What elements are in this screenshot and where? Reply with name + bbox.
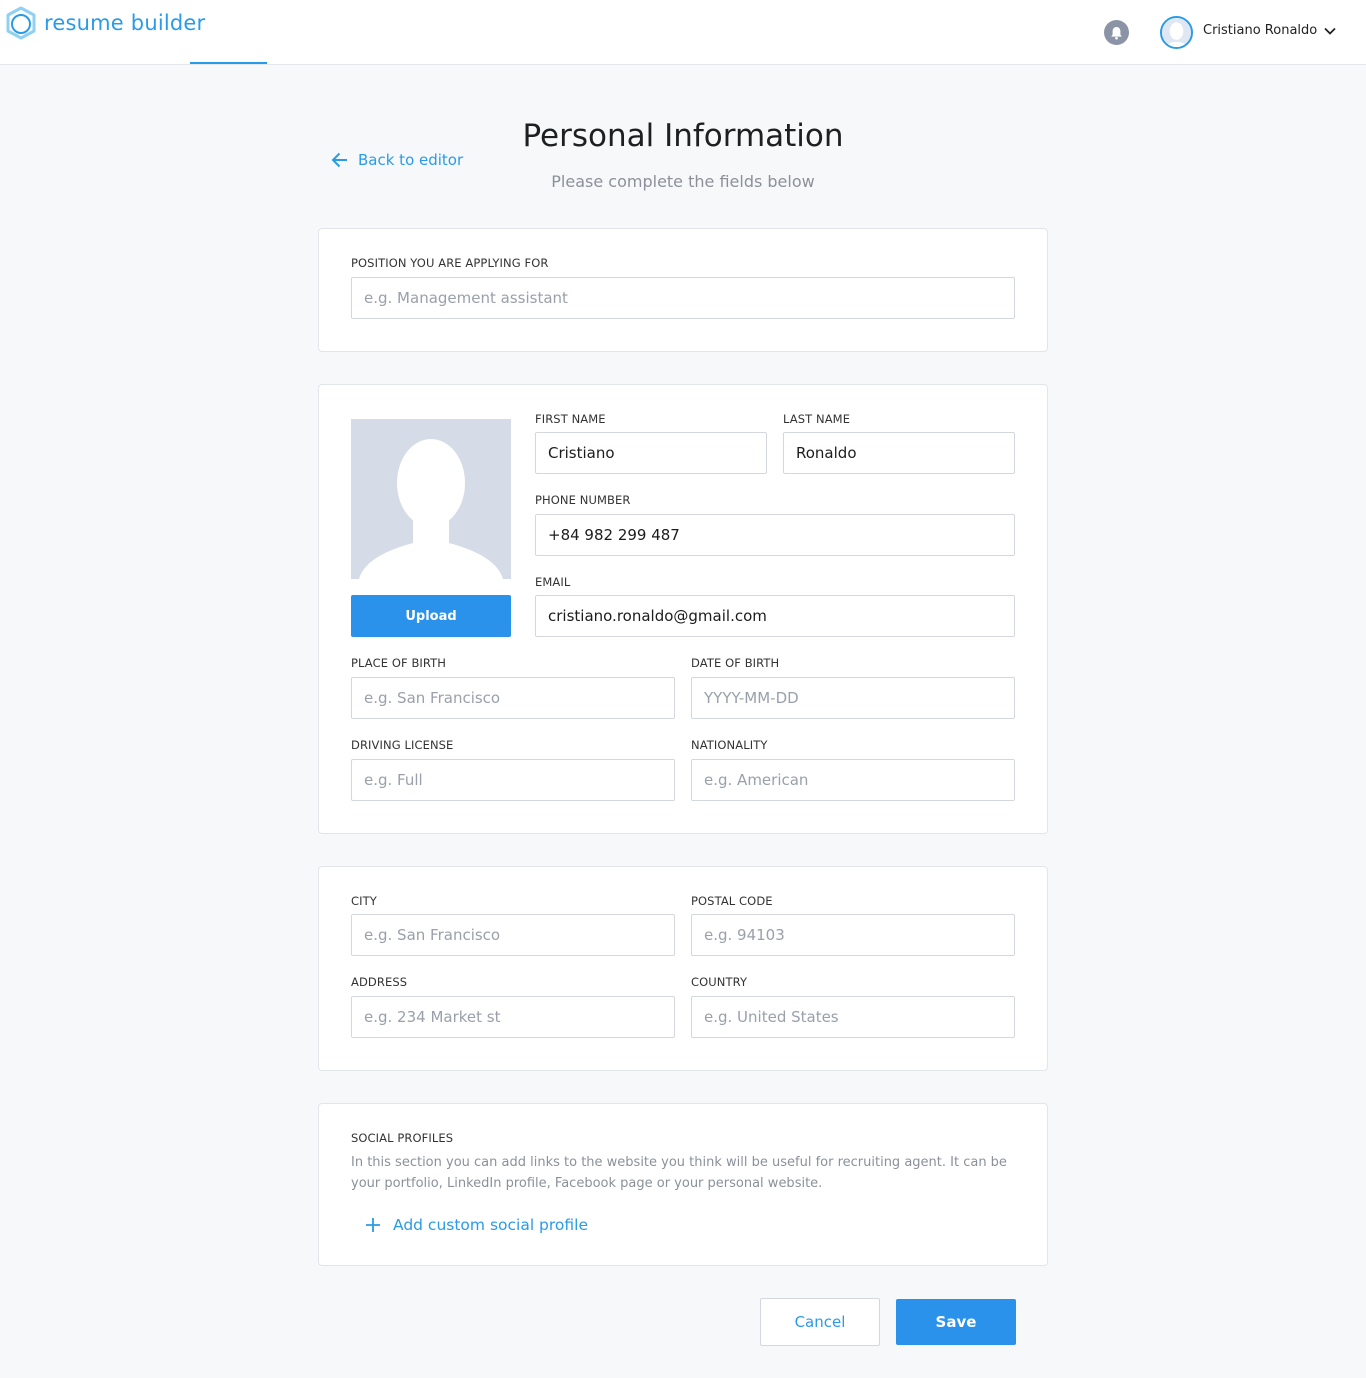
upload-photo-button[interactable]: Upload	[351, 595, 511, 637]
social-profiles-card: SOCIAL PROFILES In this section you can …	[318, 1103, 1048, 1266]
social-profiles-label: SOCIAL PROFILES	[351, 1131, 454, 1145]
address-label: ADDRESS	[351, 975, 408, 989]
logo-icon	[6, 6, 36, 40]
chevron-down-icon[interactable]	[1323, 24, 1337, 38]
top-navigation-bar: resume builder Cristiano Ronaldo	[0, 0, 1366, 65]
postal-code-input[interactable]	[691, 914, 1015, 956]
postal-code-label: POSTAL CODE	[691, 894, 773, 908]
nationality-label: NATIONALITY	[691, 738, 768, 752]
add-social-profile-label: Add custom social profile	[393, 1216, 589, 1234]
driving-license-label: DRIVING LICENSE	[351, 738, 454, 752]
add-social-profile-button[interactable]: Add custom social profile	[365, 1216, 588, 1234]
place-of-birth-label: PLACE OF BIRTH	[351, 656, 447, 670]
address-input[interactable]	[351, 996, 675, 1038]
avatar-silhouette-icon	[359, 439, 503, 579]
page-title: Personal Information	[522, 118, 844, 154]
date-of-birth-input[interactable]	[691, 677, 1015, 719]
page-subtitle: Please complete the fields below	[551, 172, 815, 191]
social-profiles-description: In this section you can add links to the…	[351, 1155, 1007, 1191]
country-label: COUNTRY	[691, 975, 748, 989]
position-label: POSITION YOU ARE APPLYING FOR	[351, 256, 549, 270]
save-button[interactable]: Save	[896, 1299, 1016, 1345]
brand-name: resume builder	[44, 11, 206, 35]
profile-photo-placeholder	[351, 419, 511, 579]
brand-logo[interactable]: resume builder	[4, 6, 205, 40]
phone-number-label: PHONE NUMBER	[535, 493, 631, 507]
first-name-input[interactable]	[535, 432, 767, 474]
first-name-label: FIRST NAME	[535, 412, 606, 426]
city-label: CITY	[351, 894, 377, 908]
address-card: CITY POSTAL CODE ADDRESS COUNTRY	[318, 866, 1048, 1071]
plus-icon	[366, 1218, 380, 1232]
email-label: EMAIL	[535, 575, 571, 589]
city-input[interactable]	[351, 914, 675, 956]
bell-icon[interactable]	[1104, 20, 1129, 45]
driving-license-input[interactable]	[351, 759, 675, 801]
date-of-birth-label: DATE OF BIRTH	[691, 656, 780, 670]
user-name[interactable]: Cristiano Ronaldo	[1203, 23, 1317, 38]
email-input[interactable]	[535, 595, 1015, 637]
personal-details-card: Upload FIRST NAME LAST NAME PHONE NUMBER…	[318, 384, 1048, 834]
position-card: POSITION YOU ARE APPLYING FOR	[318, 228, 1048, 352]
phone-number-input[interactable]	[535, 514, 1015, 556]
place-of-birth-input[interactable]	[351, 677, 675, 719]
last-name-input[interactable]	[783, 432, 1015, 474]
country-input[interactable]	[691, 996, 1015, 1038]
user-avatar[interactable]	[1160, 16, 1193, 49]
nationality-input[interactable]	[691, 759, 1015, 801]
position-input[interactable]	[351, 277, 1015, 319]
active-nav-indicator	[190, 62, 267, 64]
cancel-button[interactable]: Cancel	[760, 1298, 880, 1346]
last-name-label: LAST NAME	[783, 412, 851, 426]
